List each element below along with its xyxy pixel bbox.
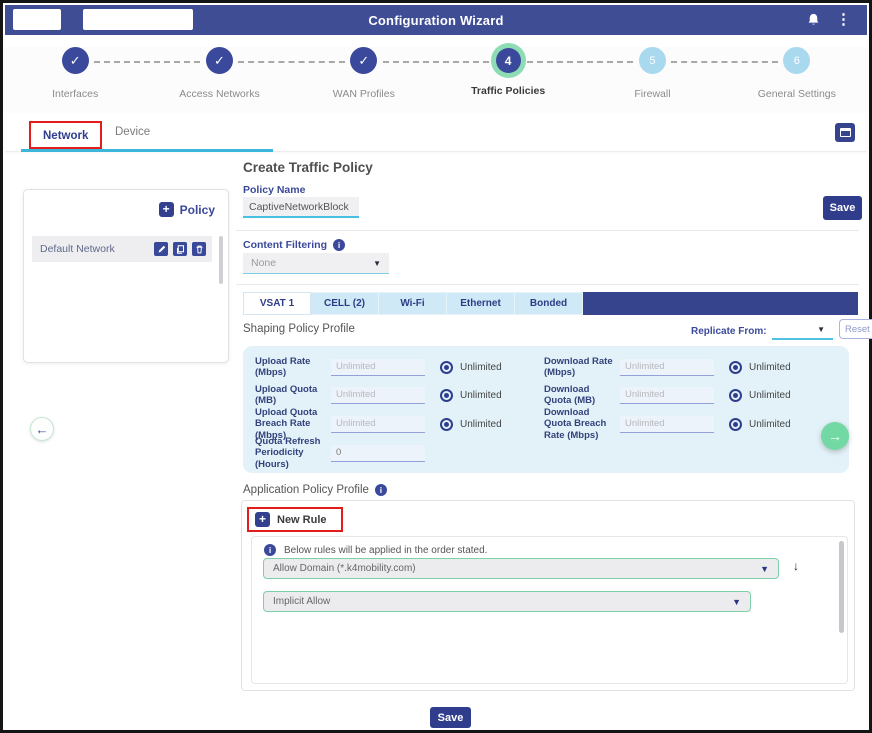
divider [236, 230, 859, 231]
download-quota-unlimited-radio[interactable] [729, 389, 742, 402]
upload-rate-unlimited-radio[interactable] [440, 361, 453, 374]
save-button-bottom[interactable]: Save [430, 707, 471, 728]
copy-icon[interactable] [173, 242, 187, 256]
upload-quota-input[interactable] [331, 387, 425, 404]
add-policy-button[interactable]: + Policy [159, 202, 215, 217]
shaping-profile-panel: Upload Rate (Mbps) Unlimited Upload Quot… [243, 346, 849, 473]
upload-rate-input[interactable] [331, 359, 425, 376]
top-bar: Configuration Wizard ⋮ [5, 5, 867, 35]
upload-breach-row: Upload Quota Breach Rate (Mbps) Unlimite… [255, 409, 541, 439]
arrow-right-icon: → [828, 428, 842, 444]
reset-button[interactable]: Reset [839, 319, 872, 339]
window-icon[interactable] [835, 123, 855, 142]
application-policy-header: Application Policy Profile i [243, 484, 387, 496]
content-filtering-row: Content Filtering i [243, 239, 345, 251]
rule-dropdown-implicit-allow[interactable]: Implicit Allow ▼ [263, 591, 751, 612]
upload-rate-row: Upload Rate (Mbps) Unlimited [255, 353, 541, 381]
kebab-menu-icon[interactable]: ⋮ [836, 10, 851, 30]
arrow-left-icon: ← [36, 422, 49, 437]
save-button[interactable]: Save [823, 196, 862, 220]
content-filtering-dropdown[interactable]: None ▼ [243, 253, 389, 274]
back-button[interactable]: ← [30, 417, 54, 441]
download-quota-input[interactable] [620, 387, 714, 404]
upload-quota-row: Upload Quota (MB) Unlimited [255, 381, 541, 409]
upload-quota-unlimited-radio[interactable] [440, 389, 453, 402]
step-traffic-policies: 4 Traffic Policies [436, 47, 580, 113]
step-general-settings: 6 General Settings [725, 47, 869, 113]
step-interfaces: ✓ Interfaces [3, 47, 147, 113]
upload-breach-unlimited-radio[interactable] [440, 418, 453, 431]
policy-list-item[interactable]: Default Network [32, 236, 212, 262]
step-number[interactable]: 6 [783, 47, 810, 74]
bell-icon[interactable] [806, 12, 821, 28]
step-wan-profiles: ✓ WAN Profiles [292, 47, 436, 113]
tab-vsat-1[interactable]: VSAT 1 [243, 292, 311, 315]
wizard-stepper: ✓ Interfaces ✓ Access Networks ✓ WAN Pro… [3, 47, 869, 113]
replicate-from-dropdown[interactable]: ▼ [772, 320, 833, 340]
quota-refresh-input[interactable] [331, 445, 425, 462]
step-access-networks: ✓ Access Networks [147, 47, 291, 113]
content-filtering-label: Content Filtering [243, 239, 327, 251]
step-check-icon[interactable]: ✓ [62, 47, 89, 74]
step-number[interactable]: 4 [496, 48, 521, 73]
info-icon[interactable]: i [375, 484, 387, 496]
interface-tab-bar: VSAT 1 CELL (2) Wi-Fi Ethernet Bonded [243, 292, 858, 315]
application-policy-panel: + New Rule i Below rules will be applied… [241, 500, 855, 691]
plus-icon: + [159, 202, 174, 217]
download-rate-unlimited-radio[interactable] [729, 361, 742, 374]
rules-info-text: Below rules will be applied in the order… [284, 545, 487, 556]
page-title: Create Traffic Policy [243, 160, 373, 175]
delete-icon[interactable] [192, 242, 206, 256]
logo-placeholder [13, 9, 61, 30]
reorder-icon[interactable]: ↓ [793, 559, 799, 573]
download-breach-row: Download Quota Breach Rate (Mbps) Unlimi… [544, 409, 844, 439]
plus-icon: + [255, 512, 270, 527]
rule-dropdown-allow-domain[interactable]: Allow Domain (*.k4mobility.com) ▼ [263, 558, 779, 579]
rules-info-row: i Below rules will be applied in the ord… [264, 544, 487, 556]
tab-bar-filler [583, 292, 858, 315]
download-rate-row: Download Rate (Mbps) Unlimited [544, 353, 844, 381]
tab-device[interactable]: Device [115, 126, 150, 138]
view-tabs-bar: Network Device [5, 115, 867, 152]
caret-down-icon: ▼ [760, 564, 778, 574]
caret-down-icon: ▼ [373, 259, 389, 268]
policy-name-label: Policy Name [243, 184, 305, 196]
tab-wifi[interactable]: Wi-Fi [379, 292, 447, 315]
scrollbar[interactable] [219, 236, 223, 284]
policy-list-panel: + Policy Default Network [23, 189, 229, 363]
tab-bonded[interactable]: Bonded [515, 292, 583, 315]
active-tab-indicator [21, 149, 273, 152]
download-rate-input[interactable] [620, 359, 714, 376]
annotation-box-network: Network [29, 121, 102, 149]
tab-ethernet[interactable]: Ethernet [447, 292, 515, 315]
caret-down-icon: ▼ [817, 325, 833, 334]
download-quota-row: Download Quota (MB) Unlimited [544, 381, 844, 409]
scrollbar[interactable] [839, 541, 844, 633]
policy-name-input[interactable] [243, 197, 359, 218]
application-policy-title: Application Policy Profile [243, 484, 369, 496]
upload-breach-rate-input[interactable] [331, 416, 425, 433]
edit-icon[interactable] [154, 242, 168, 256]
next-button[interactable]: → [821, 422, 849, 450]
replicate-from-label: Replicate From: [691, 326, 767, 337]
divider [236, 284, 859, 285]
download-breach-unlimited-radio[interactable] [729, 418, 742, 431]
rules-list-panel: i Below rules will be applied in the ord… [251, 536, 848, 684]
info-icon[interactable]: i [333, 239, 345, 251]
quota-refresh-row: Quota Refresh Periodicity (Hours) [255, 439, 541, 467]
shaping-policy-title: Shaping Policy Profile [243, 323, 355, 335]
caret-down-icon: ▼ [732, 597, 750, 607]
tab-network[interactable]: Network [43, 130, 88, 142]
step-firewall: 5 Firewall [580, 47, 724, 113]
new-rule-button[interactable]: + New Rule [247, 507, 343, 532]
tab-cell[interactable]: CELL (2) [311, 292, 379, 315]
step-check-icon[interactable]: ✓ [350, 47, 377, 74]
step-check-icon[interactable]: ✓ [206, 47, 233, 74]
step-number[interactable]: 5 [639, 47, 666, 74]
download-breach-rate-input[interactable] [620, 416, 714, 433]
logo-placeholder [83, 9, 193, 30]
info-icon: i [264, 544, 276, 556]
